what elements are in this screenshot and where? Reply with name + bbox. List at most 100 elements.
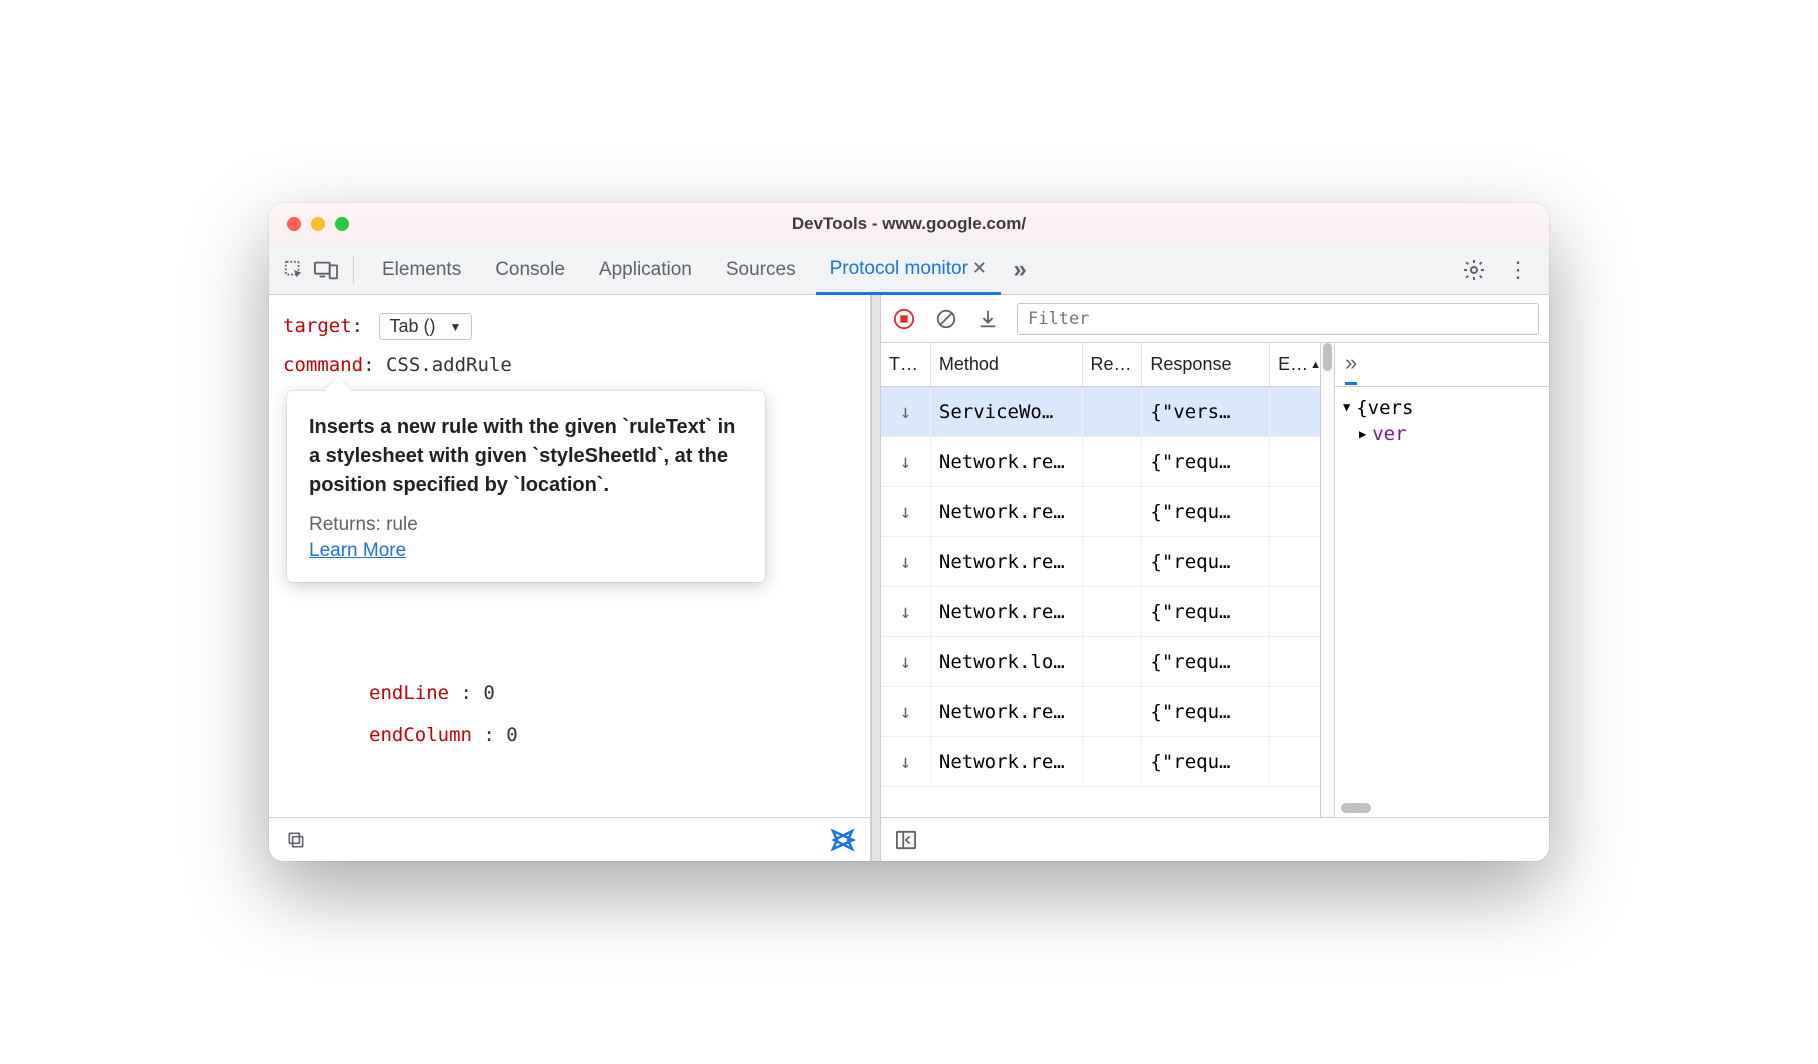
tab-application[interactable]: Application: [585, 245, 706, 294]
table-row[interactable]: ↓Network.re…{"requ…: [881, 437, 1320, 487]
more-tabs-icon[interactable]: »: [1007, 257, 1033, 283]
param-value: 0: [506, 724, 517, 746]
sort-asc-icon: ▲: [1310, 359, 1320, 371]
command-tooltip: Inserts a new rule with the given `ruleT…: [287, 391, 765, 582]
col-method[interactable]: Method: [931, 343, 1083, 386]
param-row[interactable]: endLine : 0: [369, 673, 518, 715]
command-editor-pane: target: Tab () ▼ command: CSS.addRule In…: [269, 295, 871, 861]
table-cell: [1083, 437, 1143, 486]
detail-more-tabs-icon[interactable]: »: [1345, 350, 1357, 385]
col-elapsed[interactable]: E…▲: [1270, 343, 1320, 386]
main-tabs: Elements Console Application Sources Pro…: [269, 245, 1549, 295]
table-cell: [1083, 737, 1143, 786]
command-editor-footer: [269, 817, 870, 861]
table-cell: {"requ…: [1142, 687, 1270, 736]
table-row[interactable]: ↓ServiceWo…{"vers…: [881, 387, 1320, 437]
table-cell: ↓: [881, 537, 931, 586]
window-controls: [269, 217, 349, 231]
table-cell: [1270, 537, 1320, 586]
protocol-monitor-pane: T… Method Re… Response E…▲ ↓ServiceWo…{"…: [881, 295, 1549, 861]
table-cell: [1083, 387, 1143, 436]
content-area: target: Tab () ▼ command: CSS.addRule In…: [269, 295, 1549, 861]
table-cell: [1270, 487, 1320, 536]
table-cell: [1083, 587, 1143, 636]
inspect-icon[interactable]: [281, 257, 307, 283]
detail-body: ▼{vers ▶ ver: [1335, 387, 1549, 817]
zoom-window-button[interactable]: [335, 217, 349, 231]
tab-elements[interactable]: Elements: [368, 245, 475, 294]
tab-console[interactable]: Console: [481, 245, 579, 294]
messages-table: T… Method Re… Response E…▲ ↓ServiceWo…{"…: [881, 343, 1321, 817]
table-row[interactable]: ↓Network.re…{"requ…: [881, 487, 1320, 537]
tab-sources[interactable]: Sources: [712, 245, 810, 294]
dropdown-triangle-icon: ▼: [450, 320, 462, 334]
scrollbar-thumb[interactable]: [1341, 803, 1371, 813]
table-cell: Network.re…: [931, 537, 1083, 586]
table-header: T… Method Re… Response E…▲: [881, 343, 1320, 387]
table-cell: {"requ…: [1142, 537, 1270, 586]
copy-icon[interactable]: [283, 827, 309, 853]
window-title: DevTools - www.google.com/: [269, 214, 1549, 234]
toggle-sidebar-icon[interactable]: [893, 827, 919, 853]
tab-label: Sources: [726, 259, 796, 281]
detail-h-scrollbar[interactable]: [1341, 803, 1543, 813]
clear-button[interactable]: [933, 306, 959, 332]
pane-resize-handle[interactable]: [871, 295, 881, 861]
table-cell: Network.re…: [931, 487, 1083, 536]
col-type[interactable]: T…: [881, 343, 931, 386]
close-tab-icon[interactable]: ✕: [972, 258, 987, 279]
table-cell: {"requ…: [1142, 637, 1270, 686]
table-cell: ↓: [881, 737, 931, 786]
table-row[interactable]: ↓Network.lo…{"requ…: [881, 637, 1320, 687]
learn-more-link[interactable]: Learn More: [309, 540, 406, 562]
scrollbar-thumb[interactable]: [1323, 343, 1332, 371]
tab-protocol-monitor[interactable]: Protocol monitor ✕: [816, 246, 1001, 295]
table-cell: Network.re…: [931, 737, 1083, 786]
table-cell: ↓: [881, 687, 931, 736]
table-cell: ↓: [881, 387, 931, 436]
json-prop[interactable]: ▶ ver: [1359, 423, 1541, 445]
table-cell: [1270, 587, 1320, 636]
download-button[interactable]: [975, 306, 1001, 332]
table-scrollbar[interactable]: [1321, 343, 1335, 817]
target-select[interactable]: Tab () ▼: [379, 313, 473, 340]
close-window-button[interactable]: [287, 217, 301, 231]
command-editor-body: target: Tab () ▼ command: CSS.addRule In…: [269, 295, 870, 817]
table-cell: ↓: [881, 487, 931, 536]
table-row[interactable]: ↓Network.re… {"requ…: [881, 737, 1320, 787]
table-cell: {"requ…: [1142, 437, 1270, 486]
param-row[interactable]: endColumn : 0: [369, 715, 518, 757]
table-cell: [1083, 637, 1143, 686]
command-label: command: [283, 354, 363, 376]
tooltip-description: Inserts a new rule with the given `ruleT…: [309, 413, 743, 500]
table-cell: [1270, 687, 1320, 736]
settings-icon[interactable]: [1461, 257, 1487, 283]
table-body: ↓ServiceWo…{"vers…↓Network.re…{"requ…↓Ne…: [881, 387, 1320, 817]
table-row[interactable]: ↓Network.re…{"requ…: [881, 687, 1320, 737]
device-toggle-icon[interactable]: [313, 257, 339, 283]
table-cell: {"requ…: [1142, 587, 1270, 636]
expand-down-icon: ▼: [1343, 400, 1350, 414]
table-cell: Network.re…: [931, 587, 1083, 636]
kebab-menu-icon[interactable]: ⋮: [1505, 257, 1531, 283]
col-response[interactable]: Response: [1142, 343, 1270, 386]
tab-label: Protocol monitor: [830, 258, 968, 280]
minimize-window-button[interactable]: [311, 217, 325, 231]
send-command-button[interactable]: [830, 828, 856, 852]
param-key: endLine: [369, 682, 449, 704]
json-prop-key: ver: [1372, 423, 1406, 445]
separator: [353, 256, 354, 284]
table-cell: Network.lo…: [931, 637, 1083, 686]
json-root[interactable]: ▼{vers: [1343, 397, 1541, 419]
filter-input[interactable]: [1017, 303, 1539, 335]
expand-right-icon: ▶: [1359, 427, 1366, 441]
command-value[interactable]: CSS.addRule: [386, 354, 512, 376]
record-button[interactable]: [891, 306, 917, 332]
table-row[interactable]: ↓Network.re… {"requ…: [881, 537, 1320, 587]
table-cell: [1270, 387, 1320, 436]
table-cell: [1270, 637, 1320, 686]
table-cell: {"requ…: [1142, 737, 1270, 786]
table-row[interactable]: ↓Network.re…{"requ…: [881, 587, 1320, 637]
table-cell: [1083, 487, 1143, 536]
col-request[interactable]: Re…: [1083, 343, 1143, 386]
